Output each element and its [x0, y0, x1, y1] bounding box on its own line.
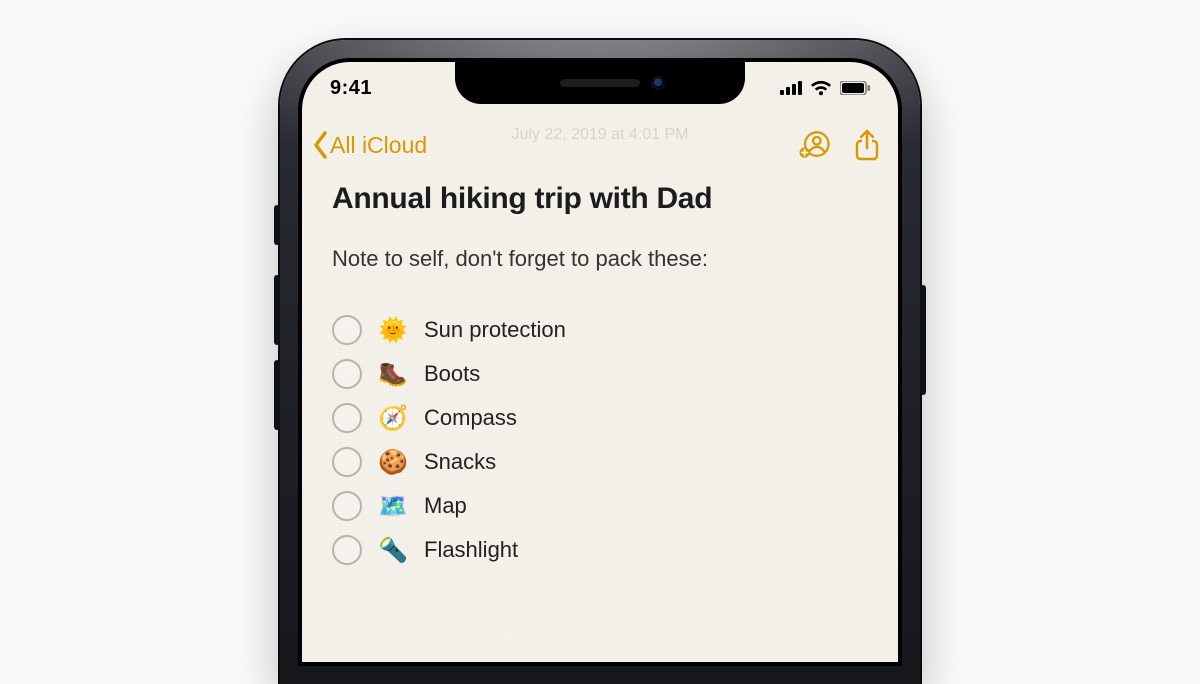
silence-switch[interactable] [274, 205, 280, 245]
item-emoji: 🧭 [378, 404, 408, 433]
item-label: Flashlight [424, 537, 518, 563]
status-bar: 9:41 [302, 62, 898, 114]
note-title: Annual hiking trip with Dad [332, 182, 868, 216]
checklist-item[interactable]: 🧭 Compass [332, 396, 868, 440]
item-label: Snacks [424, 449, 496, 475]
checklist-item[interactable]: 🥾 Boots [332, 352, 868, 396]
cellular-signal-icon [780, 81, 802, 95]
checkbox-icon[interactable] [332, 535, 362, 565]
wifi-icon [810, 80, 832, 96]
checkbox-icon[interactable] [332, 315, 362, 345]
phone-bezel: 9:41 [298, 58, 902, 666]
item-emoji: 🔦 [378, 536, 408, 565]
checkbox-icon[interactable] [332, 403, 362, 433]
battery-icon [840, 81, 870, 95]
note-subtitle: Note to self, don't forget to pack these… [332, 246, 868, 272]
item-emoji: 🥾 [378, 360, 408, 389]
checklist-item[interactable]: 🍪 Snacks [332, 440, 868, 484]
checkbox-icon[interactable] [332, 447, 362, 477]
checklist-item[interactable]: 🗺️ Map [332, 484, 868, 528]
power-button[interactable] [920, 285, 926, 395]
screen: 9:41 [302, 62, 898, 662]
chevron-left-icon [310, 130, 332, 160]
volume-down-button[interactable] [274, 360, 280, 430]
item-emoji: 🗺️ [378, 492, 408, 521]
phone-frame: 9:41 [280, 40, 920, 684]
note-content[interactable]: Annual hiking trip with Dad Note to self… [302, 182, 898, 662]
volume-up-button[interactable] [274, 275, 280, 345]
item-label: Sun protection [424, 317, 566, 343]
add-collaborator-icon[interactable] [798, 130, 830, 160]
item-emoji: 🌞 [378, 316, 408, 345]
back-label: All iCloud [330, 132, 427, 159]
share-icon[interactable] [854, 129, 880, 161]
item-label: Map [424, 493, 467, 519]
checkbox-icon[interactable] [332, 359, 362, 389]
item-label: Compass [424, 405, 517, 431]
nav-bar: All iCloud [302, 120, 898, 170]
item-emoji: 🍪 [378, 448, 408, 477]
checklist: 🌞 Sun protection 🥾 Boots 🧭 Compass 🍪 Snacks 🗺️ Ma… [332, 308, 868, 572]
item-label: Boots [424, 361, 480, 387]
checklist-item[interactable]: 🌞 Sun protection [332, 308, 868, 352]
status-time: 9:41 [330, 77, 372, 100]
back-button[interactable]: All iCloud [310, 130, 427, 160]
checklist-item[interactable]: 🔦 Flashlight [332, 528, 868, 572]
checkbox-icon[interactable] [332, 491, 362, 521]
